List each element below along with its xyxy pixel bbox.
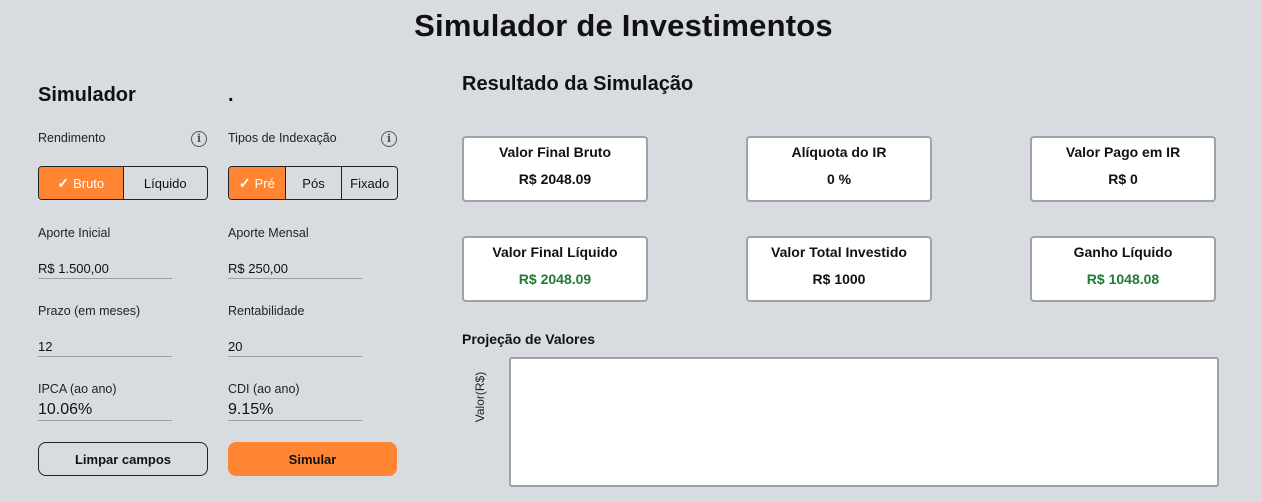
- cdi-label: CDI (ao ano): [228, 382, 300, 396]
- result-card-valor-final-liquido: Valor Final Líquido R$ 2048.09: [462, 236, 648, 302]
- indexacao-toggle: ✓ Pré Pós Fixado: [228, 166, 398, 200]
- simulator-heading: Simulador: [38, 84, 136, 106]
- rendimento-label: Rendimento: [38, 131, 106, 145]
- toggle-liquido[interactable]: Líquido: [122, 167, 208, 199]
- cdi-input[interactable]: [228, 400, 362, 421]
- rentabilidade-input[interactable]: [228, 336, 362, 357]
- card-value: R$ 0: [1108, 171, 1138, 187]
- prazo-label: Prazo (em meses): [38, 304, 141, 318]
- info-icon[interactable]: i: [381, 131, 397, 147]
- projection-title: Projeção de Valores: [462, 331, 596, 347]
- indexacao-label: Tipos de Indexação: [228, 131, 337, 145]
- toggle-bruto[interactable]: ✓ Bruto: [39, 167, 123, 199]
- result-card-valor-total-investido: Valor Total Investido R$ 1000: [746, 236, 932, 302]
- prazo-input[interactable]: [38, 336, 172, 357]
- card-title: Ganho Líquido: [1073, 244, 1173, 260]
- projection-chart: [509, 357, 1219, 487]
- toggle-pos[interactable]: Pós: [284, 167, 342, 199]
- card-value: R$ 2048.09: [518, 171, 592, 187]
- check-icon: ✓: [57, 174, 70, 191]
- card-value: R$ 1048.08: [1086, 271, 1160, 287]
- card-title: Valor Final Bruto: [498, 144, 611, 160]
- clear-fields-button[interactable]: Limpar campos: [38, 442, 208, 476]
- toggle-pre-label: Pré: [254, 175, 275, 191]
- ipca-label: IPCA (ao ano): [38, 382, 117, 396]
- toggle-bruto-label: Bruto: [73, 175, 105, 191]
- check-icon: ✓: [238, 174, 251, 191]
- aporte-inicial-label: Aporte Inicial: [38, 226, 111, 240]
- card-value: R$ 1000: [812, 271, 866, 287]
- card-value: 0 %: [826, 171, 852, 187]
- toggle-pos-label: Pós: [302, 175, 325, 191]
- toggle-fixado-label: Fixado: [350, 175, 390, 191]
- card-title: Alíquota do IR: [791, 144, 887, 160]
- info-icon[interactable]: i: [191, 131, 207, 147]
- result-card-valor-final-bruto: Valor Final Bruto R$ 2048.09: [462, 136, 648, 202]
- ipca-input[interactable]: [38, 400, 172, 421]
- card-title: Valor Final Líquido: [492, 244, 618, 260]
- simulator-heading-dot: .: [228, 84, 234, 106]
- page-title: Simulador de Investimentos: [414, 8, 833, 43]
- rendimento-toggle: ✓ Bruto Líquido: [38, 166, 208, 200]
- rentabilidade-label: Rentabilidade: [228, 304, 305, 318]
- toggle-liquido-label: Líquido: [143, 175, 187, 191]
- card-title: Valor Pago em IR: [1065, 144, 1181, 160]
- result-card-aliquota-ir: Alíquota do IR 0 %: [746, 136, 932, 202]
- toggle-fixado[interactable]: Fixado: [341, 167, 397, 199]
- simulate-button[interactable]: Simular: [228, 442, 397, 476]
- aporte-mensal-input[interactable]: [228, 258, 362, 279]
- projection-y-axis-label: Valor(R$): [473, 371, 487, 423]
- aporte-mensal-label: Aporte Mensal: [228, 226, 309, 240]
- result-card-valor-pago-ir: Valor Pago em IR R$ 0: [1030, 136, 1216, 202]
- card-title: Valor Total Investido: [771, 244, 907, 260]
- result-card-ganho-liquido: Ganho Líquido R$ 1048.08: [1030, 236, 1216, 302]
- toggle-pre[interactable]: ✓ Pré: [229, 167, 285, 199]
- aporte-inicial-input[interactable]: [38, 258, 172, 279]
- card-value: R$ 2048.09: [518, 271, 592, 287]
- results-title: Resultado da Simulação: [462, 73, 694, 95]
